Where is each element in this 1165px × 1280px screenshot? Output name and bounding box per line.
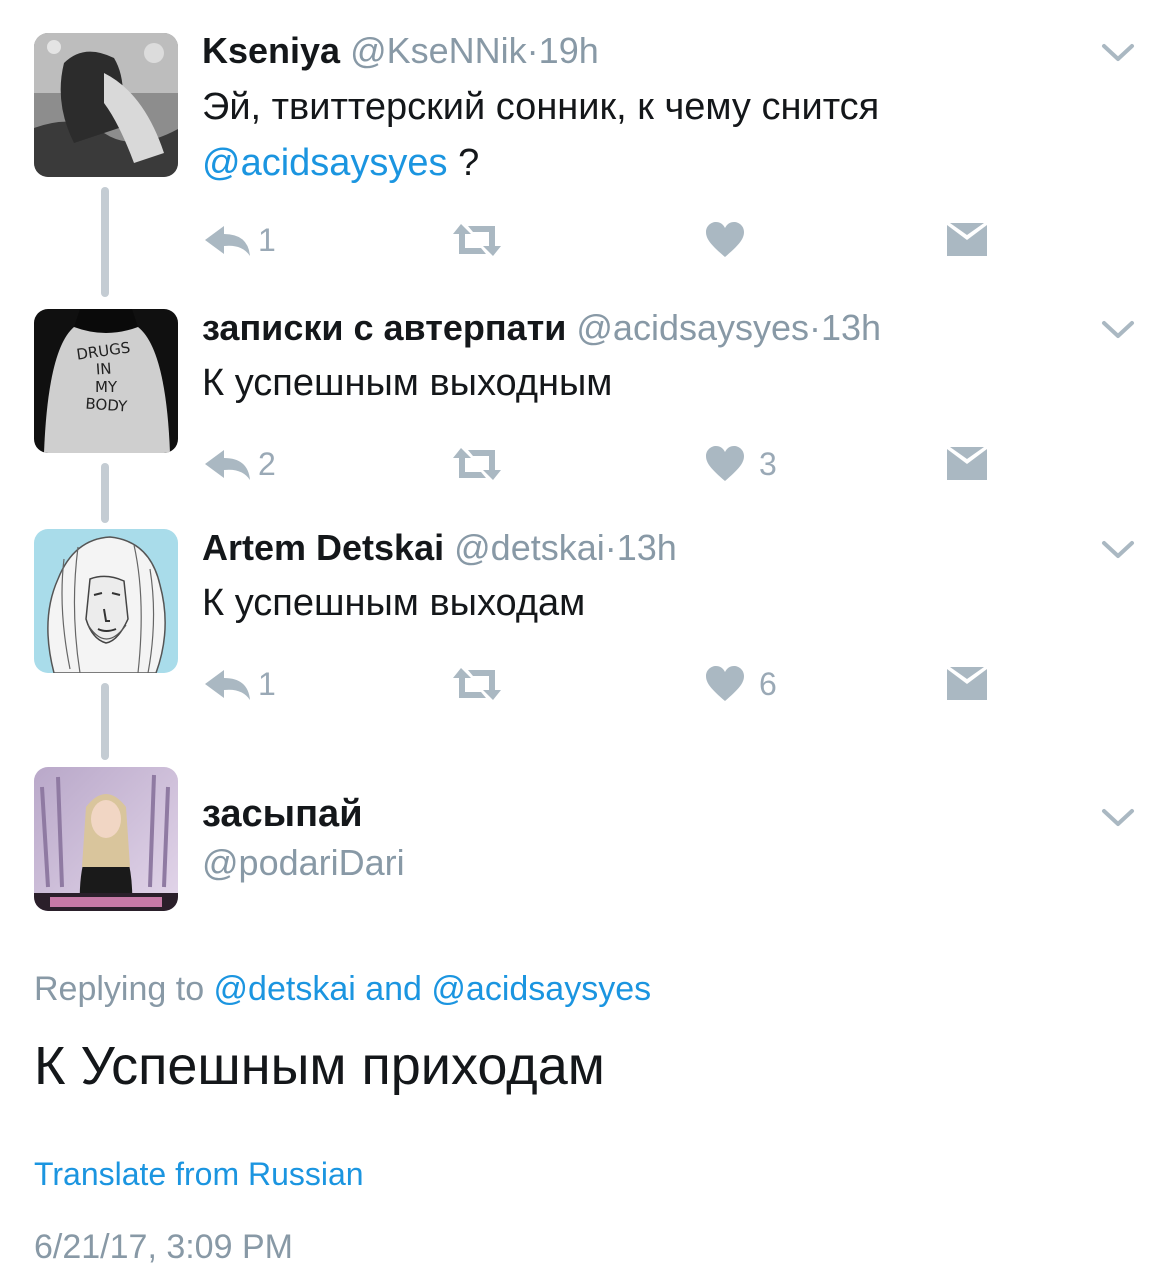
replying-prefix: Replying to	[34, 970, 214, 1008]
avatar[interactable]	[34, 529, 178, 673]
focused-tweet-text: К Успешным приходам	[34, 1036, 605, 1096]
retweet-button[interactable]	[449, 440, 505, 488]
separator-dot: ·	[809, 307, 822, 348]
direct-message-icon	[947, 223, 987, 256]
tweet-time[interactable]: 19h	[539, 30, 599, 71]
chevron-down-icon[interactable]	[1101, 807, 1135, 829]
avatar[interactable]	[34, 767, 178, 911]
direct-message-icon	[947, 667, 987, 700]
tweet-actions: 2 3	[202, 440, 1002, 488]
shirt-text: BODY	[85, 395, 129, 416]
chevron-down-icon[interactable]	[1101, 42, 1135, 64]
timestamp: 6/21/17, 3:09 PM	[34, 1228, 293, 1266]
like-count: 3	[759, 445, 777, 482]
display-name[interactable]: Artem Detskai	[202, 527, 444, 568]
reply-count: 1	[258, 665, 276, 702]
like-button[interactable]: 6	[705, 660, 777, 708]
retweet-icon	[453, 448, 501, 480]
chevron-down-icon[interactable]	[1101, 539, 1135, 561]
direct-message-button[interactable]	[946, 660, 988, 708]
replying-to: Replying to @detskai and @acidsaysyes	[34, 970, 651, 1009]
retweet-button[interactable]	[449, 660, 505, 708]
chevron-down-icon[interactable]	[1101, 319, 1135, 341]
reply-count: 1	[258, 221, 276, 258]
reply-count: 2	[258, 445, 276, 482]
like-count: 6	[759, 665, 777, 702]
user-handle[interactable]: @acidsaysyes	[576, 307, 809, 348]
tweet-text-line: @acidsaysyes ?	[202, 135, 879, 191]
focused-handle[interactable]: @podariDari	[202, 842, 405, 884]
translate-link[interactable]: Translate from Russian	[34, 1156, 364, 1193]
separator-dot: ·	[526, 30, 539, 71]
tweet-text: Эй, твиттерский сонник, к чему снится @a…	[202, 79, 879, 191]
reply-icon	[205, 670, 250, 700]
heart-icon	[706, 222, 744, 257]
thread-line	[101, 187, 109, 297]
thread-line	[101, 683, 109, 760]
like-button[interactable]: 3	[705, 440, 777, 488]
user-handle[interactable]: @KseNNik	[350, 30, 527, 71]
shirt-text: IN	[95, 359, 112, 378]
reply-button[interactable]: 2	[202, 440, 276, 488]
avatar[interactable]: DRUGS IN MY BODY	[34, 309, 178, 453]
tweet-text-line: Эй, твиттерский сонник, к чему снится	[202, 86, 880, 128]
tweet-header: Artem Detskai @detskai·13h	[202, 527, 677, 569]
heart-icon	[706, 666, 744, 701]
shirt-text: MY	[95, 378, 118, 396]
display-name[interactable]: Kseniya	[202, 30, 340, 71]
focused-name[interactable]: засыпай	[202, 793, 363, 836]
direct-message-button[interactable]	[946, 216, 988, 264]
mention-link[interactable]: @detskai	[214, 970, 356, 1008]
like-button[interactable]	[705, 216, 745, 264]
tweet-header: записки с автерпати @acidsaysyes·13h	[202, 307, 881, 349]
retweet-button[interactable]	[449, 216, 505, 264]
tweet-time[interactable]: 13h	[821, 307, 881, 348]
separator-dot: ·	[604, 527, 617, 568]
tweet-text: К успешным выходам	[202, 582, 586, 624]
avatar[interactable]	[34, 33, 178, 177]
thread-line	[101, 463, 109, 523]
direct-message-icon	[947, 447, 987, 480]
direct-message-button[interactable]	[946, 440, 988, 488]
reply-icon	[205, 450, 250, 480]
tweet-text: К успешным выходным	[202, 362, 613, 404]
tweet-header: Kseniya @KseNNik·19h	[202, 30, 599, 72]
replying-and: and	[355, 970, 432, 1008]
retweet-icon	[453, 668, 501, 700]
reply-icon	[205, 226, 250, 256]
reply-button[interactable]: 1	[202, 216, 276, 264]
user-handle[interactable]: @detskai	[454, 527, 605, 568]
reply-button[interactable]: 1	[202, 660, 276, 708]
tweet-text-suffix: ?	[447, 142, 480, 184]
mention-link[interactable]: @acidsaysyes	[431, 970, 651, 1008]
heart-icon	[706, 446, 744, 481]
tweet-actions: 1 6	[202, 660, 1002, 708]
mention-link[interactable]: @acidsaysyes	[202, 142, 448, 184]
display-name[interactable]: записки с автерпати	[202, 307, 566, 348]
tweet-actions: 1	[202, 216, 1002, 264]
retweet-icon	[453, 224, 501, 256]
tweet-time[interactable]: 13h	[617, 527, 677, 568]
